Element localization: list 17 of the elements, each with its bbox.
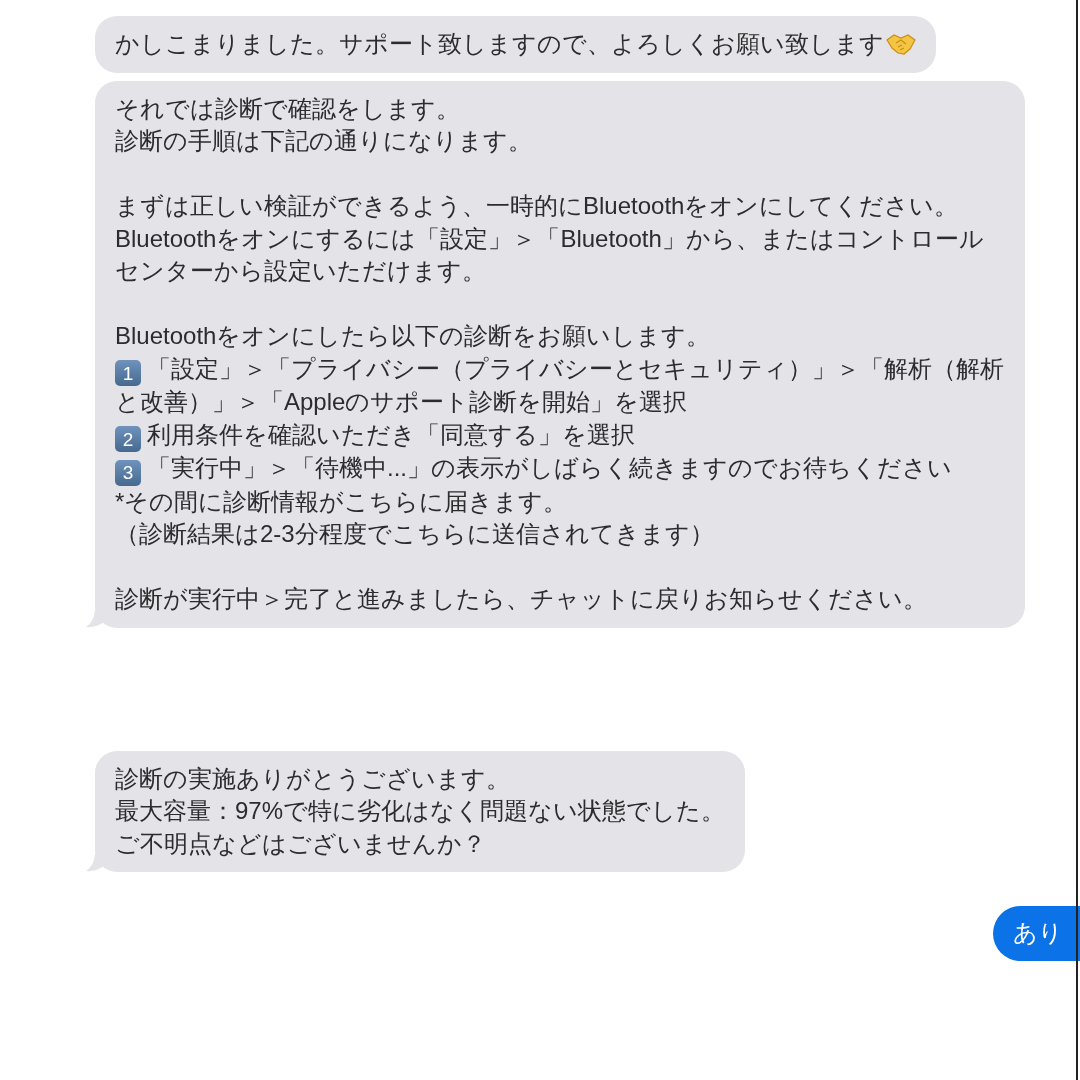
message-text: 1 「設定」＞「プライバシー（プライバシーとセキュリティ）」＞「解析（解析と改善）」＞「Appleのサポート診断を開始」を選択 — [115, 353, 1005, 417]
message-text: Bluetoothをオンにするには「設定」＞「Bluetooth」から、またはコントロールセンターから設定いただけます。 — [115, 223, 985, 286]
handshake-icon — [886, 31, 916, 58]
message-text: 3 「実行中」＞「待機中...」の表示がしばらく続きますのでお待ちください — [115, 452, 1005, 486]
message-text: ご不明点などはございませんか？ — [115, 828, 487, 859]
message-text: Bluetoothをオンにしたら以下の診断をお願いします。 — [115, 321, 712, 351]
message-text: 診断の実施ありがとうございます。 — [115, 763, 511, 794]
message-text: 2 利用条件を確認いただき「同意する」を選択 — [115, 418, 1005, 452]
message-text: まずは正しい検証ができるよう、一時的にBluetoothをオンにしてください。 — [115, 191, 960, 221]
message-text: 診断の手順は下記の通りになります。 — [115, 126, 533, 156]
message-text: 最大容量：97%で特に劣化はなく問題ない状態でした。 — [115, 796, 726, 826]
message-text: 診断が実行中＞完了と進みましたら、チャットに戻りお知らせください。 — [115, 584, 928, 614]
message-text: それでは診断で確認をします。 — [115, 93, 461, 124]
message-text: あり — [1013, 919, 1063, 946]
message-text: （診断結果は2-3分程度でこちらに送信されてきます） — [115, 519, 715, 549]
message-text: *その間に診断情報がこちらに届きます。 — [115, 486, 569, 517]
message-text: かしこまりました。サポート致しますので、よろしくお願い致します — [115, 29, 884, 59]
